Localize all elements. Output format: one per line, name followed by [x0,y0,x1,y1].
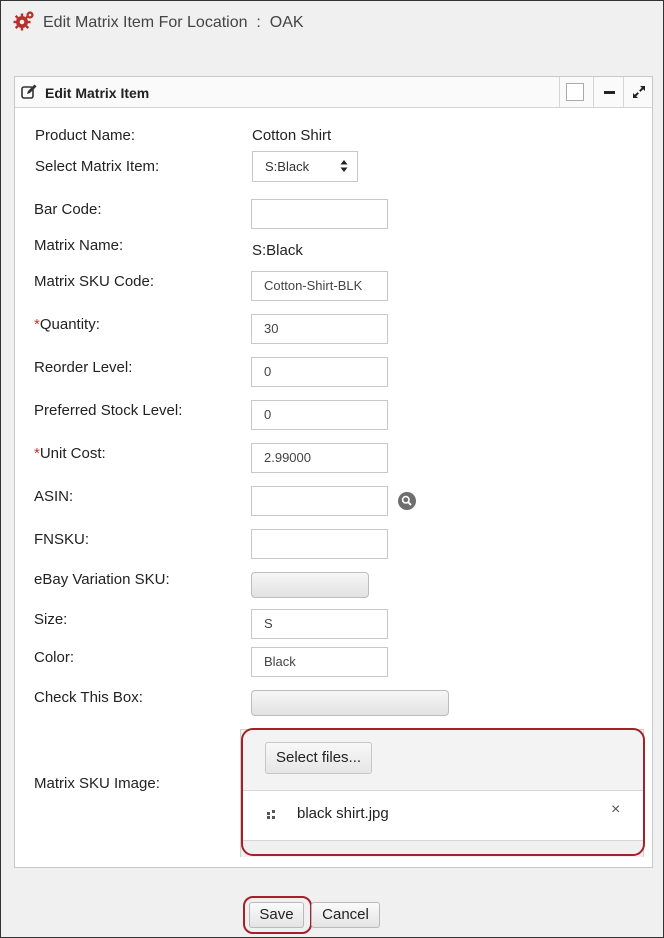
matrix-sku-code-label: Matrix SKU Code: [34,273,155,290]
matrix-sku-image-label: Matrix SKU Image: [34,775,160,792]
product-name-value: Cotton Shirt [252,127,332,144]
unit-cost-label: *Unit Cost: [34,445,106,462]
minimize-icon [603,90,615,94]
asin-label: ASIN: [34,488,74,505]
select-matrix-item-label: Select Matrix Item: [35,158,160,175]
color-input[interactable]: Black [251,647,388,677]
check-this-box-label: Check This Box: [34,689,143,706]
preferred-stock-level-input[interactable]: 0 [251,400,388,430]
panel-header: Edit Matrix Item [15,77,652,108]
matrix-name-label: Matrix Name: [34,237,124,254]
reorder-level-input[interactable]: 0 [251,357,388,387]
file-icon [267,810,275,819]
fnsku-input[interactable] [251,529,388,559]
select-files-button[interactable]: Select files... [265,742,373,774]
gears-icon [13,10,35,37]
restore-button[interactable] [559,77,590,107]
select-matrix-item-value: S:Black [265,159,310,174]
select-arrows-icon [340,160,348,172]
matrix-sku-code-input[interactable]: Cotton-Shirt-BLK [251,271,388,301]
quantity-input[interactable]: 30 [251,314,388,344]
edit-matrix-item-panel: Edit Matrix Item Product Name: Cotton Sh… [14,76,653,868]
select-matrix-item-dropdown[interactable]: S:Black [252,151,358,182]
reorder-level-label: Reorder Level: [34,359,133,376]
preferred-stock-level-label: Preferred Stock Level: [34,402,183,419]
size-input[interactable]: S [251,609,388,639]
page-frame: Edit Matrix Item For Location : OAK Edit… [0,0,664,938]
unit-cost-input[interactable]: 2.99000 [251,443,388,473]
upload-toolbar: Select files... [241,730,643,791]
minimize-button[interactable] [593,77,624,107]
file-name: black shirt.jpg [297,805,389,822]
expand-button[interactable] [623,77,654,107]
size-label: Size: [34,611,68,628]
restore-square-icon [566,83,584,101]
uploaded-file-row: black shirt.jpg × [241,791,643,839]
product-name-label: Product Name: [35,127,136,144]
bar-code-input[interactable] [251,199,388,229]
edit-icon [21,84,37,99]
page-header: Edit Matrix Item For Location : OAK [13,10,304,37]
fnsku-label: FNSKU: [34,531,90,548]
save-button[interactable]: Save [249,902,304,928]
panel-title: Edit Matrix Item [45,85,150,101]
page-title: Edit Matrix Item For Location : OAK [43,14,304,31]
cancel-button[interactable]: Cancel [311,902,380,928]
ebay-variation-sku-button[interactable] [251,572,369,598]
quantity-label: *Quantity: [34,316,100,333]
search-icon[interactable] [398,492,416,510]
expand-icon [633,86,645,98]
bar-code-label: Bar Code: [34,201,102,218]
upload-footer [241,840,643,857]
check-this-box-button[interactable] [251,690,449,716]
color-label: Color: [34,649,75,666]
asin-input[interactable] [251,486,388,516]
ebay-variation-sku-label: eBay Variation SKU: [34,571,170,588]
close-icon[interactable]: × [611,801,620,819]
matrix-name-value: S:Black [252,242,303,259]
file-upload: Select files... black shirt.jpg × [240,729,644,857]
